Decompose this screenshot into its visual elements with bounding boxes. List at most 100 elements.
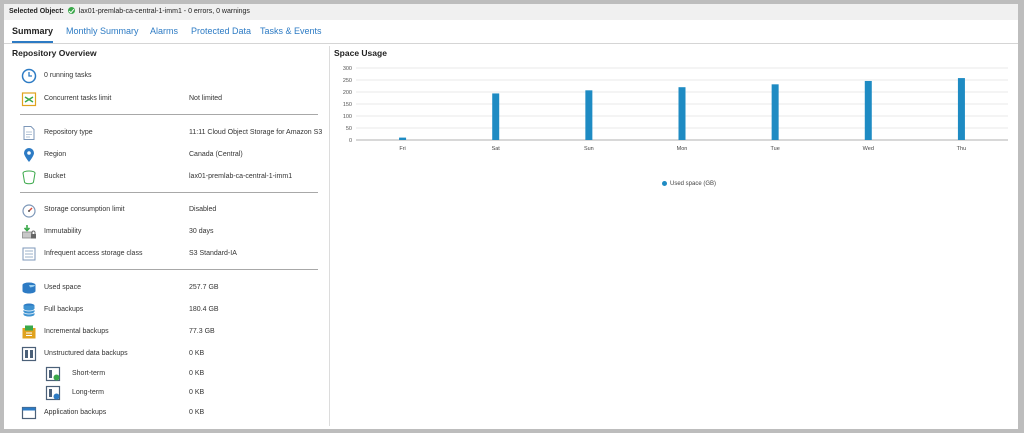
x-tick-label: Tue <box>771 146 780 152</box>
panel-divider <box>329 46 330 426</box>
unstructured-backups-value: 0 KB <box>189 350 205 357</box>
separator-2 <box>20 192 318 193</box>
application-backups-value: 0 KB <box>189 409 205 416</box>
repository-type-row: Repository type 11:11 Cloud Object Stora… <box>20 123 323 143</box>
used-space-label: Used space <box>44 284 81 291</box>
y-tick-label: 100 <box>343 114 352 120</box>
full-backups-value: 180.4 GB <box>189 306 219 313</box>
bar-mon <box>678 87 686 140</box>
legend-label: Used space (GB) <box>670 181 717 187</box>
repository-type-label: Repository type <box>44 129 93 136</box>
long-term-label: Long-term <box>72 389 104 396</box>
y-tick-label: 50 <box>346 126 352 132</box>
separator-3 <box>20 269 318 270</box>
x-tick-label: Wed <box>863 146 874 152</box>
space-usage-chart: 0 50 100 150 200 250 300 Fri Sat Sun Mon Tue Wed Thu <box>343 66 1008 152</box>
bucket-icon <box>22 170 36 185</box>
y-tick-label: 150 <box>343 102 352 108</box>
status-text: lax01-premlab-ca-central-1-imm1 - 0 erro… <box>78 8 250 15</box>
bucket-row: Bucket lax01-premlab-ca-central-1-imm1 <box>20 167 320 187</box>
incremental-backups-row: Incremental backups 77.3 GB <box>20 322 320 342</box>
x-tick-label: Fri <box>399 146 405 152</box>
short-term-row: Short-term 0 KB <box>20 364 320 384</box>
concurrent-tasks-value: Not limited <box>189 95 223 102</box>
status-bar: Selected Object: lax01-premlab-ca-centra… <box>4 4 1018 20</box>
success-check-icon <box>67 7 75 14</box>
running-tasks-row: 0 running tasks <box>20 66 320 86</box>
status-label: Selected Object: <box>9 8 64 15</box>
y-tick-label: 0 <box>349 138 352 144</box>
bar-fri <box>399 137 407 140</box>
immutability-row: Immutability 30 days <box>20 222 320 242</box>
tab-bar: Summary Monthly Summary Alarms Protected… <box>4 20 1018 44</box>
repository-doc-icon <box>23 126 35 140</box>
long-term-value: 0 KB <box>189 389 205 396</box>
region-label: Region <box>44 151 67 158</box>
bucket-value: lax01-premlab-ca-central-1-imm1 <box>189 173 293 180</box>
long-term-row: Long-term 0 KB <box>20 383 320 403</box>
unstructured-data-icon <box>21 346 37 362</box>
unstructured-backups-label: Unstructured data backups <box>44 350 128 357</box>
tab-tasks-events[interactable]: Tasks & Events <box>260 20 322 43</box>
space-usage-title: Space Usage <box>334 48 387 58</box>
shuffle-tasks-icon <box>21 92 37 107</box>
region-value: Canada (Central) <box>189 151 243 158</box>
gauge-icon <box>22 204 36 218</box>
bar-sun <box>585 90 593 140</box>
separator-1 <box>20 114 318 115</box>
y-tick-label: 250 <box>343 78 352 84</box>
infrequent-access-row: Infrequent access storage class S3 Stand… <box>20 244 320 264</box>
bar-thu <box>957 78 965 140</box>
application-backups-label: Application backups <box>44 409 107 416</box>
location-pin-icon <box>24 148 34 162</box>
incremental-backups-value: 77.3 GB <box>189 328 215 335</box>
tab-alarms[interactable]: Alarms <box>150 20 178 43</box>
clock-icon <box>21 68 37 84</box>
running-tasks-text: 0 running tasks <box>44 72 92 79</box>
application-window-icon <box>21 406 37 420</box>
disk-usage-icon <box>22 282 36 294</box>
short-term-icon <box>45 366 61 382</box>
tab-summary[interactable]: Summary <box>12 20 54 43</box>
infrequent-access-value: S3 Standard-IA <box>189 250 237 257</box>
chart-legend: Used space (GB) <box>662 181 716 187</box>
long-term-icon <box>45 385 61 401</box>
storage-limit-label: Storage consumption limit <box>44 206 125 213</box>
x-tick-label: Thu <box>957 146 966 152</box>
repository-type-value: 11:11 Cloud Object Storage for Amazon S3 <box>189 129 323 136</box>
incremental-backups-label: Incremental backups <box>44 328 109 335</box>
bar-tue <box>771 84 779 140</box>
bar-wed <box>864 80 872 140</box>
tab-monthly-summary[interactable]: Monthly Summary <box>66 20 139 43</box>
full-backups-row: Full backups 180.4 GB <box>20 300 320 320</box>
unstructured-backups-row: Unstructured data backups 0 KB <box>20 344 320 364</box>
database-icon <box>23 303 35 317</box>
used-space-value: 257.7 GB <box>189 284 219 291</box>
storage-limit-value: Disabled <box>189 206 217 213</box>
immutability-lock-icon <box>22 225 36 239</box>
concurrent-tasks-label: Concurrent tasks limit <box>44 95 112 102</box>
bucket-label: Bucket <box>44 173 66 180</box>
used-space-row: Used space 257.7 GB <box>20 278 320 298</box>
short-term-value: 0 KB <box>189 370 205 377</box>
legend-swatch <box>662 181 667 186</box>
application-backups-row: Application backups 0 KB <box>20 403 320 423</box>
y-tick-label: 300 <box>343 66 352 72</box>
x-tick-label: Sun <box>584 146 594 152</box>
x-tick-label: Sat <box>492 146 501 152</box>
x-tick-label: Mon <box>677 146 688 152</box>
incremental-backup-icon <box>22 325 36 339</box>
full-backups-label: Full backups <box>44 306 84 313</box>
region-row: Region Canada (Central) <box>20 145 320 165</box>
tab-protected-data[interactable]: Protected Data <box>191 20 251 43</box>
immutability-value: 30 days <box>189 228 214 235</box>
short-term-label: Short-term <box>72 370 106 377</box>
infrequent-access-label: Infrequent access storage class <box>44 250 143 257</box>
immutability-label: Immutability <box>44 228 82 235</box>
storage-limit-row: Storage consumption limit Disabled <box>20 200 320 220</box>
repository-overview-title: Repository Overview <box>12 48 97 58</box>
bar-sat <box>492 93 500 140</box>
concurrent-tasks-row: Concurrent tasks limit Not limited <box>20 89 320 109</box>
y-tick-label: 200 <box>343 90 352 96</box>
storage-class-icon <box>22 247 36 261</box>
